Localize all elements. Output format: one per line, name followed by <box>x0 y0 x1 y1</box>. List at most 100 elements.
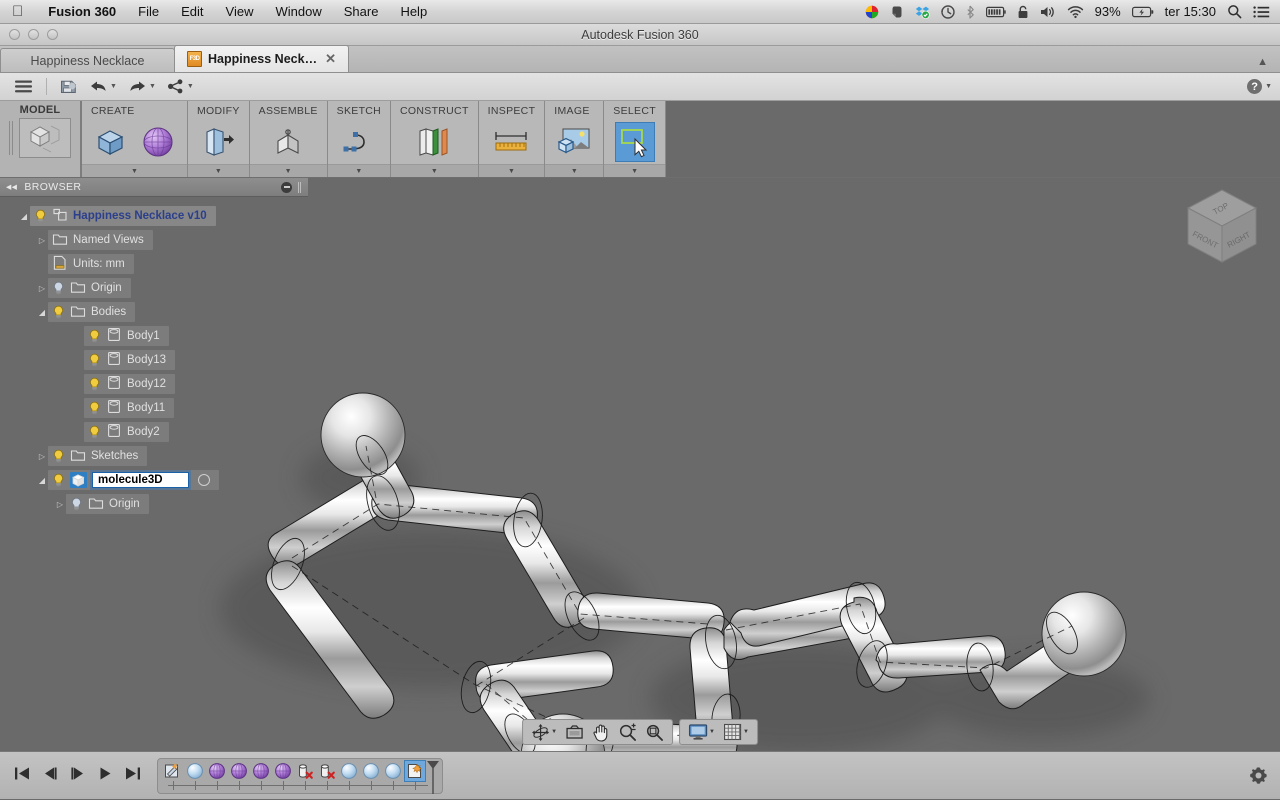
timeline-feature-sphere-3[interactable] <box>228 761 250 790</box>
tree-item-body12[interactable]: Body12 <box>0 372 308 396</box>
wifi-icon[interactable] <box>1067 5 1084 19</box>
colorsync-icon[interactable] <box>865 5 879 19</box>
redo-arrow-icon[interactable]: ▼ <box>124 77 160 96</box>
bluetooth-icon[interactable] <box>966 5 975 19</box>
offset-plane-icon[interactable] <box>414 122 454 162</box>
disclosure-triangle-icon[interactable]: ▷ <box>36 236 48 245</box>
save-disk-icon[interactable] <box>56 77 82 97</box>
disclosure-triangle-icon[interactable]: ▷ <box>36 452 48 461</box>
press-pull-icon[interactable] <box>198 122 238 162</box>
step-forward-icon[interactable] <box>70 766 86 786</box>
visibility-bulb-icon[interactable] <box>52 449 65 463</box>
timeline-feature-sketch-1[interactable] <box>162 761 184 790</box>
macos-menu-file[interactable]: File <box>127 4 170 19</box>
visibility-bulb-icon[interactable] <box>88 353 101 367</box>
monitor-display-icon[interactable]: ▼ <box>685 723 718 741</box>
share-nodes-icon[interactable]: ▼ <box>163 77 198 96</box>
visibility-bulb-icon[interactable] <box>88 425 101 439</box>
tree-item-body13[interactable]: Body13 <box>0 348 308 372</box>
canvas-image-icon[interactable] <box>554 122 594 162</box>
close-icon[interactable]: ✕ <box>325 51 336 67</box>
visibility-bulb-icon[interactable] <box>88 401 101 415</box>
tree-item-origin[interactable]: ▷ Origin <box>0 276 308 300</box>
document-tab-active[interactable]: F3D Happiness Neckl... ✕ <box>174 45 349 72</box>
chevron-up-icon[interactable]: ▲ <box>1257 56 1280 72</box>
blue-box-icon[interactable] <box>91 122 131 162</box>
battery-charging-icon[interactable] <box>1131 6 1154 18</box>
tree-item-body11[interactable]: Body11 <box>0 396 308 420</box>
chevron-down-icon[interactable]: ▼ <box>110 83 117 90</box>
volume-icon[interactable] <box>1040 5 1056 19</box>
chevron-down-icon[interactable]: ▼ <box>187 83 194 90</box>
timeline-settings-button[interactable] <box>1249 766 1272 785</box>
main-viewport[interactable]: TOP FRONT RIGHT ◂◂ BROWSER ◢ Happiness N… <box>0 178 1280 751</box>
workspace-selector[interactable]: MODEL <box>0 101 82 177</box>
timeline-track[interactable] <box>157 757 443 795</box>
panel-grip-icon[interactable] <box>298 181 302 193</box>
panel-dropdown-modify[interactable]: ▼ <box>188 164 249 177</box>
visibility-bulb-icon[interactable] <box>52 473 65 487</box>
disclosure-triangle-icon[interactable]: ◢ <box>36 476 48 485</box>
macos-menu-view[interactable]: View <box>215 4 265 19</box>
timeline-feature-cut-1[interactable] <box>294 761 316 790</box>
skip-start-icon[interactable] <box>14 766 30 786</box>
visibility-bulb-off-icon[interactable] <box>52 281 65 295</box>
component-activate-radio[interactable] <box>198 474 210 486</box>
tree-item-origin-nested[interactable]: ▷ Origin <box>0 492 308 516</box>
macos-menu-help[interactable]: Help <box>389 4 438 19</box>
chevron-down-icon[interactable]: ▼ <box>1265 83 1272 90</box>
visibility-bulb-icon[interactable] <box>88 329 101 343</box>
hand-pan-icon[interactable] <box>589 723 613 742</box>
panel-grip-icon[interactable] <box>9 121 14 155</box>
joint-icon[interactable] <box>268 122 308 162</box>
tree-item-happiness-necklace[interactable]: ◢ Happiness Necklace v10 <box>0 204 308 228</box>
spline-curve-icon[interactable] <box>339 122 379 162</box>
grid-snap-icon[interactable]: ▼ <box>720 723 752 741</box>
tree-item-units[interactable]: Units: mm <box>0 252 308 276</box>
undo-arrow-icon[interactable]: ▼ <box>85 77 121 96</box>
help-button[interactable]: ? <box>1247 79 1263 94</box>
chevron-down-icon[interactable]: ▼ <box>709 729 715 735</box>
timeline-feature-sphere-2[interactable] <box>206 761 228 790</box>
panel-dropdown-select[interactable]: ▼ <box>604 164 665 177</box>
panel-dropdown-sketch[interactable]: ▼ <box>327 164 391 177</box>
macos-menu-share[interactable]: Share <box>333 4 390 19</box>
visibility-bulb-icon[interactable] <box>52 305 65 319</box>
purple-sphere-icon[interactable] <box>138 122 178 162</box>
chevron-down-icon[interactable]: ▼ <box>743 729 749 735</box>
disclosure-triangle-icon[interactable]: ▷ <box>54 500 66 509</box>
timeline-feature-sphere-7[interactable] <box>360 761 382 790</box>
timeline-feature-sphere-6[interactable] <box>338 761 360 790</box>
zoom-magnifier-icon[interactable] <box>615 723 640 742</box>
panel-dropdown-construct[interactable]: ▼ <box>391 164 478 177</box>
hamburger-icon[interactable] <box>10 77 37 96</box>
battery-meter-icon[interactable] <box>985 6 1006 18</box>
play-icon[interactable] <box>98 766 113 786</box>
macos-clock[interactable]: ter 15:30 <box>1165 4 1216 19</box>
timeline-feature-sphere-4[interactable] <box>250 761 272 790</box>
component-rename-input[interactable] <box>90 470 191 490</box>
lock-icon[interactable] <box>1017 5 1029 19</box>
ruler-measure-icon[interactable] <box>491 122 531 162</box>
tree-item-bodies[interactable]: ◢ Bodies <box>0 300 308 324</box>
timeline-feature-sketch-2[interactable] <box>404 759 426 790</box>
disclosure-triangle-icon[interactable]: ◢ <box>36 308 48 317</box>
notification-center-icon[interactable] <box>1253 5 1270 19</box>
search-icon[interactable] <box>1227 4 1242 19</box>
tree-item-sketches[interactable]: ▷ Sketches <box>0 444 308 468</box>
timeline-feature-sphere-1[interactable] <box>184 761 206 790</box>
timeline-marker-icon[interactable] <box>426 760 439 795</box>
timeline-feature-sphere-8[interactable] <box>382 761 404 790</box>
circle-minus-icon[interactable] <box>281 181 292 193</box>
step-back-icon[interactable] <box>42 766 58 786</box>
macos-menu-edit[interactable]: Edit <box>170 4 214 19</box>
timeline-feature-sphere-5[interactable] <box>272 761 294 790</box>
look-at-icon[interactable] <box>562 723 587 741</box>
disclosure-triangle-icon[interactable]: ▷ <box>36 284 48 293</box>
chevron-down-icon[interactable]: ▼ <box>551 729 557 735</box>
tree-item-body2[interactable]: Body2 <box>0 420 308 444</box>
visibility-bulb-icon[interactable] <box>34 209 47 223</box>
tree-item-named-views[interactable]: ▷ Named Views <box>0 228 308 252</box>
panel-dropdown-assemble[interactable]: ▼ <box>249 164 327 177</box>
panel-dropdown-image[interactable]: ▼ <box>545 164 604 177</box>
